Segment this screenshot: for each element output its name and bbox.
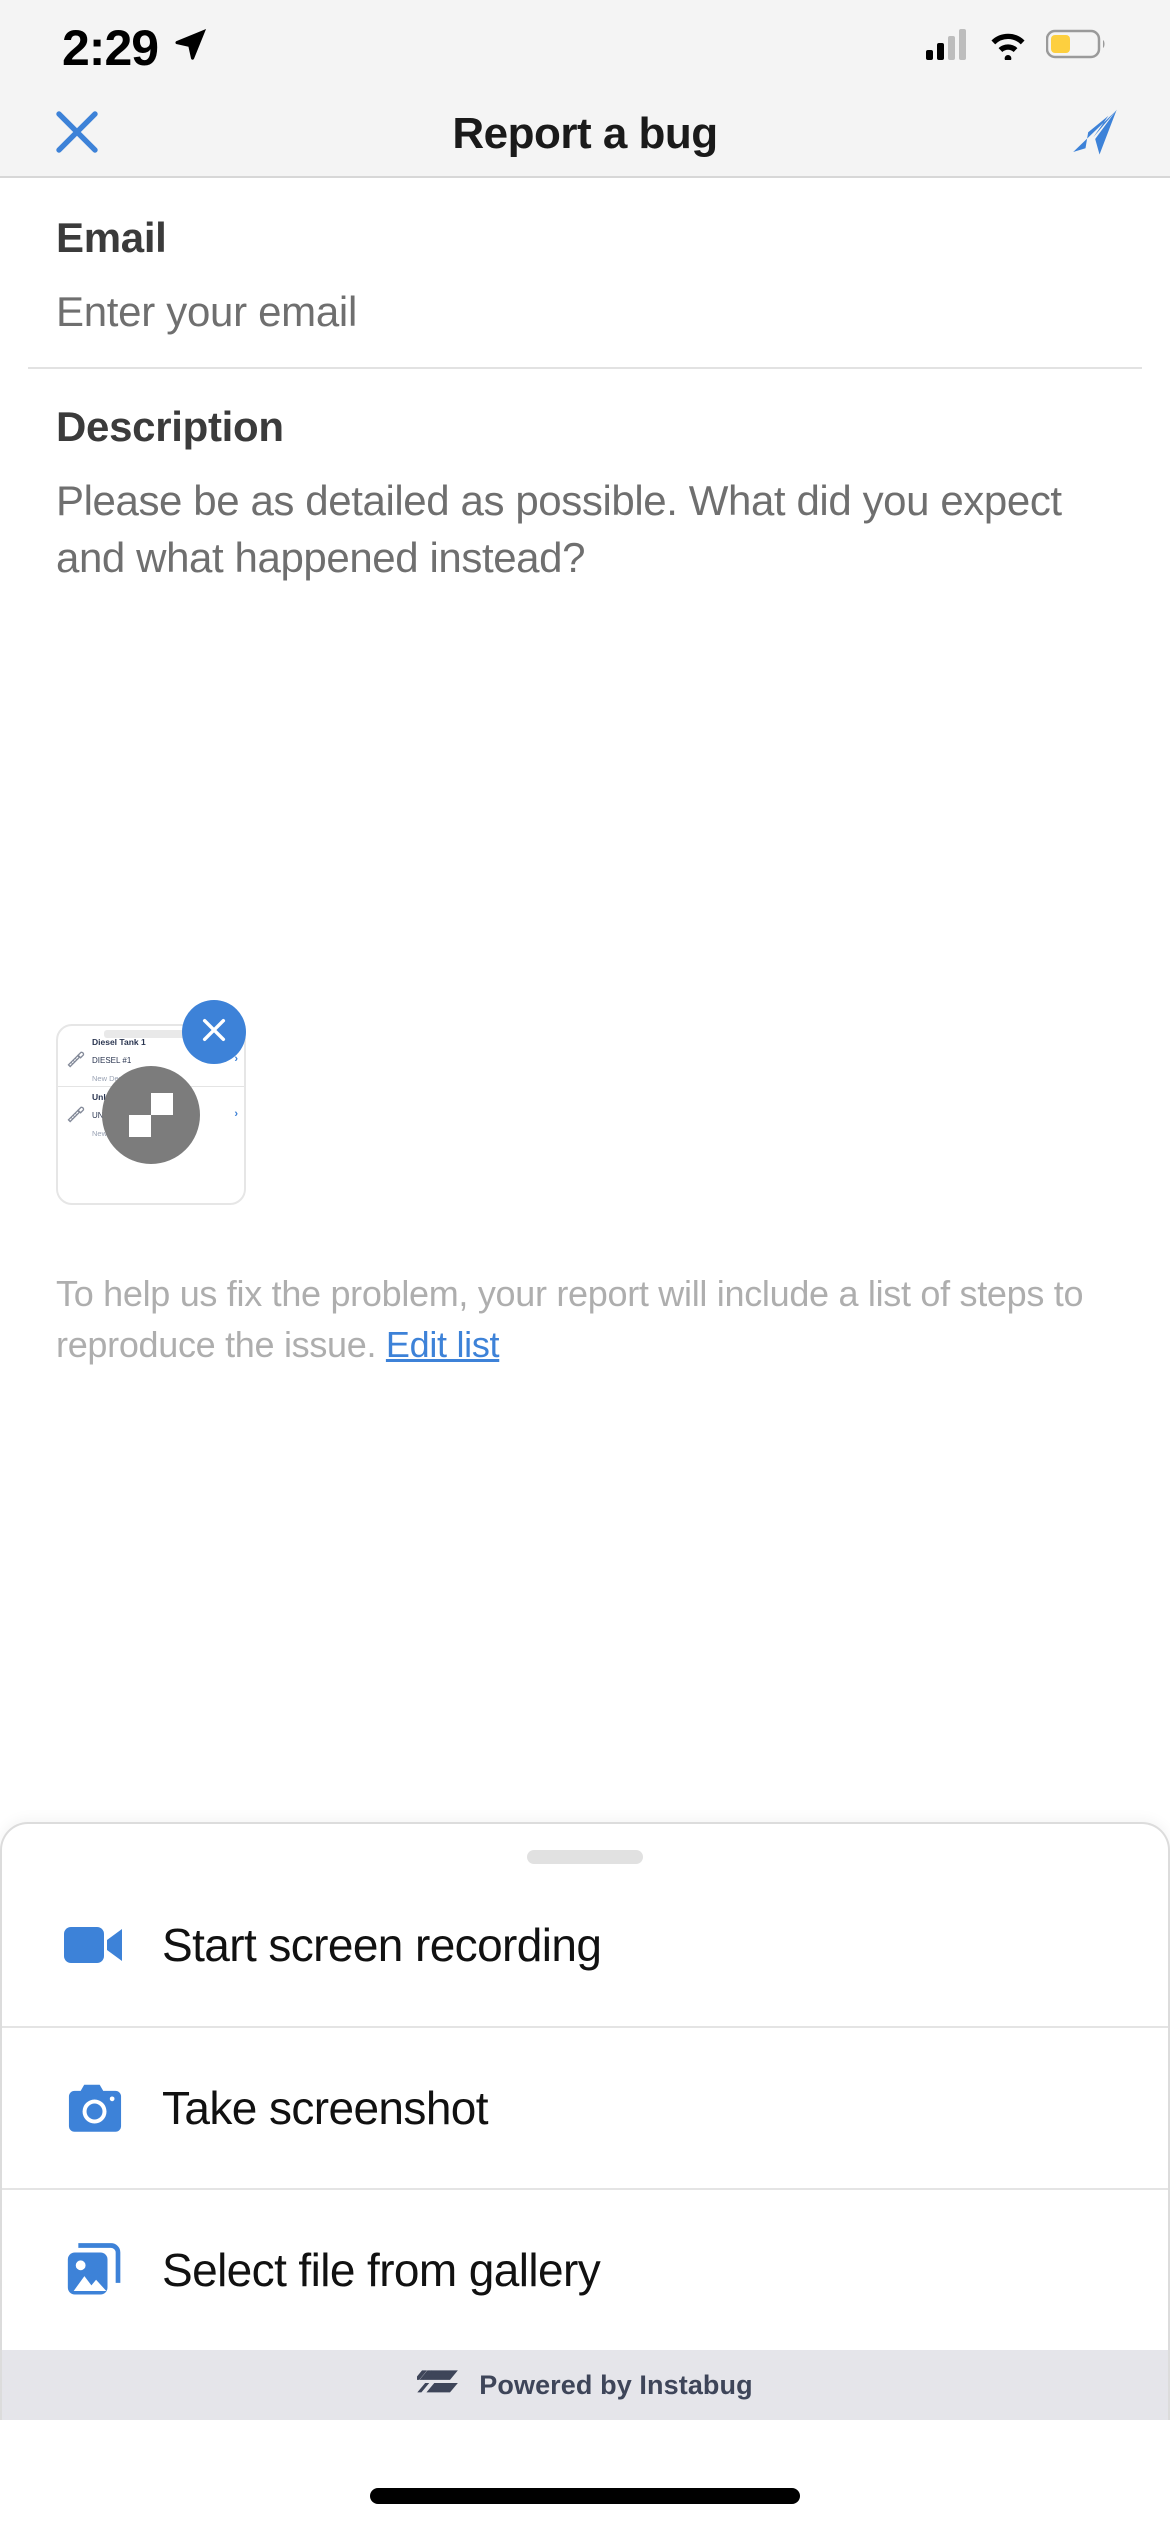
close-button[interactable]: [32, 91, 122, 177]
description-field-group: Description Please be as detailed as pos…: [0, 369, 1170, 596]
location-arrow-icon: [172, 25, 210, 68]
battery-icon: [1045, 28, 1108, 65]
video-camera-icon: [64, 1923, 142, 1967]
sheet-item-label: Start screen recording: [162, 1919, 602, 1971]
cellular-signal-icon: [926, 28, 970, 65]
attachments-row: Diesel Tank 1 DIESEL #1 New Demo Site › …: [0, 1000, 1170, 1205]
page-title: Report a bug: [452, 109, 718, 158]
preview-row-title: Diesel Tank 1: [92, 1037, 146, 1047]
sheet-item-take-screenshot[interactable]: Take screenshot: [2, 2026, 1168, 2188]
description-input[interactable]: Please be as detailed as possible. What …: [56, 473, 1066, 586]
powered-by-label: Powered by Instabug: [479, 2369, 753, 2400]
attachment-item: Diesel Tank 1 DIESEL #1 New Demo Site › …: [56, 1000, 246, 1205]
home-indicator-bar[interactable]: [370, 2488, 800, 2504]
status-bar-right: [926, 28, 1108, 65]
photo-placeholder-icon: [102, 1065, 200, 1164]
close-x-icon: [50, 105, 104, 164]
sheet-item-select-file-from-gallery[interactable]: Select file from gallery: [2, 2188, 1168, 2350]
status-bar-clock: 2:29: [62, 20, 159, 76]
chevron-right-icon: ›: [234, 1107, 238, 1120]
form-area: Email Enter your email Description Pleas…: [0, 178, 1170, 596]
instabug-logo-icon: [414, 2367, 461, 2404]
gallery-image-icon: [64, 2242, 142, 2298]
edit-list-link[interactable]: Edit list: [386, 1324, 500, 1365]
status-bar-left: 2:29: [0, 19, 210, 73]
attachment-options-sheet: Start screen recording Take screenshot S…: [0, 1822, 1170, 2420]
sheet-item-label: Take screenshot: [162, 2082, 489, 2134]
send-button[interactable]: [1048, 91, 1138, 177]
ruler-gauge-icon: [66, 1049, 86, 1069]
sheet-drag-handle[interactable]: [527, 1850, 643, 1864]
powered-by-instabug-bar: Powered by Instabug: [2, 2350, 1168, 2420]
close-x-icon: [198, 1014, 230, 1051]
wifi-icon: [986, 28, 1030, 65]
camera-icon: [64, 2081, 142, 2135]
photo-placeholder-glyph: [129, 1092, 173, 1137]
status-bar: 2:29: [0, 0, 1170, 92]
description-label: Description: [56, 403, 284, 451]
send-paper-plane-icon: [1064, 103, 1122, 166]
phone-screen: 2:29 Report a bug Email Enter your email…: [0, 0, 1170, 2532]
sheet-item-start-screen-recording[interactable]: Start screen recording: [2, 1864, 1168, 2026]
home-indicator-area: [0, 2420, 1170, 2532]
email-field-group: Email Enter your email: [0, 178, 1170, 367]
email-input[interactable]: Enter your email: [56, 284, 1114, 339]
ruler-gauge-icon: [66, 1104, 86, 1124]
remove-attachment-button[interactable]: [182, 1000, 246, 1064]
repro-steps-text: To help us fix the problem, your report …: [56, 1273, 1084, 1366]
sheet-item-label: Select file from gallery: [162, 2244, 601, 2296]
email-label: Email: [56, 214, 167, 261]
repro-steps-helper: To help us fix the problem, your report …: [0, 1268, 1170, 1370]
preview-row-subtitle: DIESEL #1: [92, 1056, 132, 1065]
nav-header: Report a bug: [0, 92, 1170, 178]
